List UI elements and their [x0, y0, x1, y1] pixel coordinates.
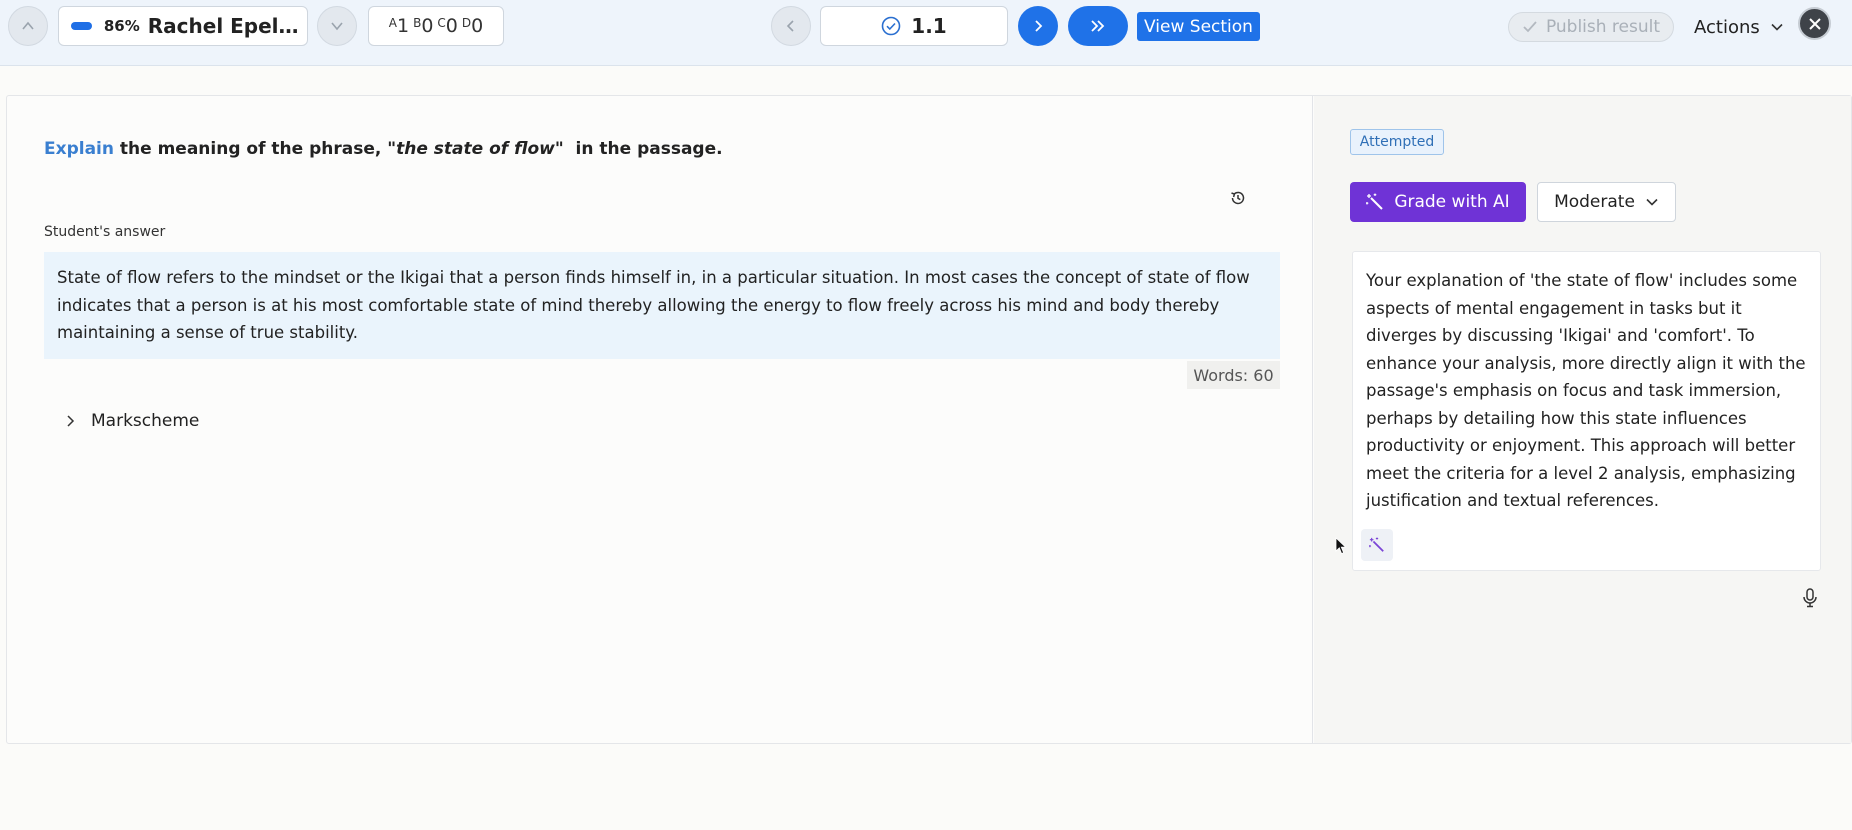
- student-progress-bar: [71, 22, 92, 30]
- question-prompt: Explain the meaning of the phrase, "the …: [44, 139, 723, 159]
- grade-letter-c: C: [437, 16, 446, 30]
- student-name: Rachel Epelbau...: [147, 14, 307, 38]
- mouse-cursor-icon: [1335, 537, 1347, 559]
- check-icon: [1523, 21, 1537, 33]
- question-text-after: in the passage.: [563, 139, 723, 159]
- grade-count-a: 1: [396, 15, 410, 37]
- grade-count-c: 0: [445, 15, 458, 37]
- chevron-right-icon: [67, 415, 75, 427]
- actions-menu-button[interactable]: Actions: [1694, 12, 1784, 42]
- history-icon[interactable]: [1229, 189, 1247, 211]
- question-keyword: Explain: [44, 139, 114, 159]
- chevron-right-icon: [1035, 20, 1043, 32]
- microphone-icon[interactable]: [1802, 588, 1818, 612]
- close-button[interactable]: [1798, 7, 1831, 40]
- student-progress-percent: 86%: [103, 17, 140, 35]
- markscheme-toggle[interactable]: Markscheme: [65, 409, 199, 433]
- double-chevron-right-icon: [1091, 20, 1105, 32]
- ai-feedback-box[interactable]: Your explanation of 'the state of flow' …: [1352, 251, 1821, 571]
- top-bar: 86% Rachel Epelbau... A1 B0 C0 D0 1.1 Vi…: [0, 0, 1852, 66]
- grade-with-ai-button[interactable]: Grade with AI: [1350, 182, 1526, 222]
- grade-count-d: 0: [471, 15, 484, 37]
- chevron-down-icon: [331, 22, 343, 31]
- question-pane: Explain the meaning of the phrase, "the …: [7, 96, 1313, 743]
- grading-pane: Attempted Grade with AI Moderate Your ex…: [1314, 96, 1851, 743]
- regenerate-feedback-button[interactable]: [1361, 529, 1393, 561]
- close-icon: [1808, 17, 1821, 30]
- grading-card: Explain the meaning of the phrase, "the …: [6, 95, 1852, 744]
- ai-feedback-text: Your explanation of 'the state of flow' …: [1366, 271, 1806, 510]
- previous-student-button[interactable]: [8, 6, 48, 46]
- chevron-left-icon: [786, 20, 794, 32]
- check-circle-icon: [881, 16, 901, 36]
- question-number: 1.1: [911, 14, 947, 38]
- skip-forward-button[interactable]: [1068, 6, 1128, 46]
- status-badge: Attempted: [1350, 129, 1444, 155]
- chevron-up-icon: [22, 21, 34, 30]
- next-question-button[interactable]: [1018, 6, 1058, 46]
- publish-result-button[interactable]: Publish result: [1508, 12, 1674, 42]
- student-selector[interactable]: 86% Rachel Epelbau...: [58, 6, 308, 46]
- moderate-label: Moderate: [1554, 192, 1635, 212]
- grade-letter-a: A: [388, 16, 397, 30]
- magic-wand-icon: [1369, 537, 1384, 552]
- actions-label: Actions: [1694, 16, 1760, 38]
- next-student-button[interactable]: [317, 6, 357, 46]
- grade-letter-d: D: [461, 16, 472, 30]
- word-count: Words: 60: [1187, 361, 1280, 389]
- magic-wand-icon: [1366, 193, 1384, 210]
- publish-result-label: Publish result: [1545, 17, 1661, 37]
- chevron-down-icon: [1646, 198, 1658, 206]
- question-phrase: "the state of flow": [387, 139, 564, 159]
- student-answer-label: Student's answer: [44, 224, 166, 240]
- grade-with-ai-label: Grade with AI: [1394, 192, 1510, 212]
- view-section-button[interactable]: View Section: [1137, 12, 1260, 41]
- grade-distribution: A1 B0 C0 D0: [368, 6, 504, 46]
- moderate-dropdown[interactable]: Moderate: [1537, 182, 1676, 222]
- question-text-before: the meaning of the phrase,: [113, 139, 388, 159]
- chevron-down-icon: [1771, 23, 1783, 31]
- grade-letter-b: B: [413, 16, 422, 30]
- grade-count-b: 0: [421, 15, 434, 37]
- previous-question-button[interactable]: [771, 6, 811, 46]
- question-selector[interactable]: 1.1: [820, 6, 1008, 46]
- markscheme-label: Markscheme: [91, 411, 200, 431]
- student-answer-text: State of flow refers to the mindset or t…: [44, 252, 1280, 359]
